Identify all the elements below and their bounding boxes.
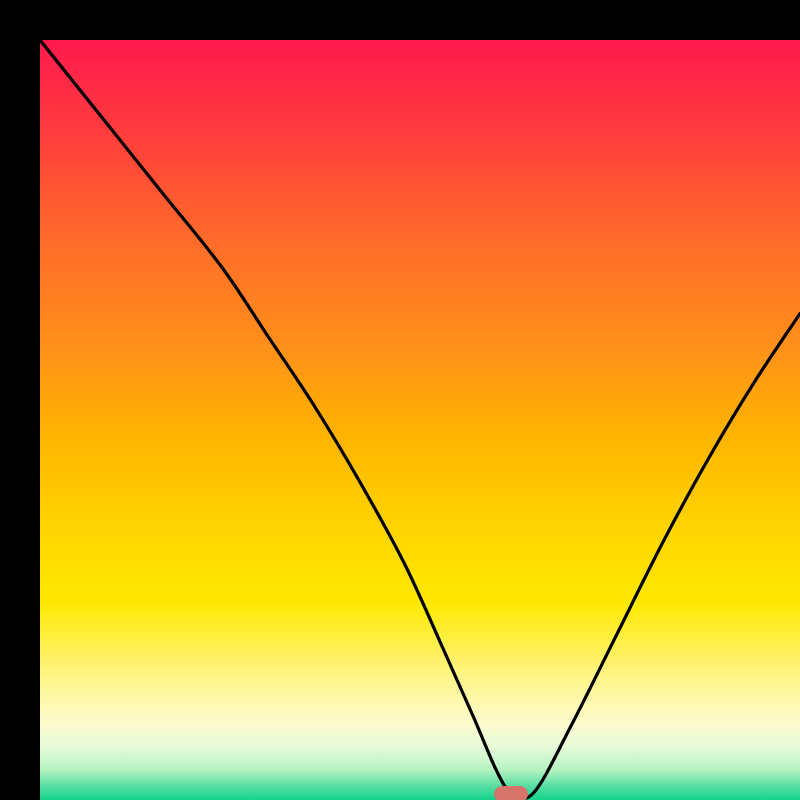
curve-svg — [40, 40, 800, 800]
chart-frame — [0, 0, 800, 800]
plot-area — [40, 40, 800, 800]
optimal-marker — [494, 786, 528, 800]
bottleneck-curve — [40, 40, 800, 798]
